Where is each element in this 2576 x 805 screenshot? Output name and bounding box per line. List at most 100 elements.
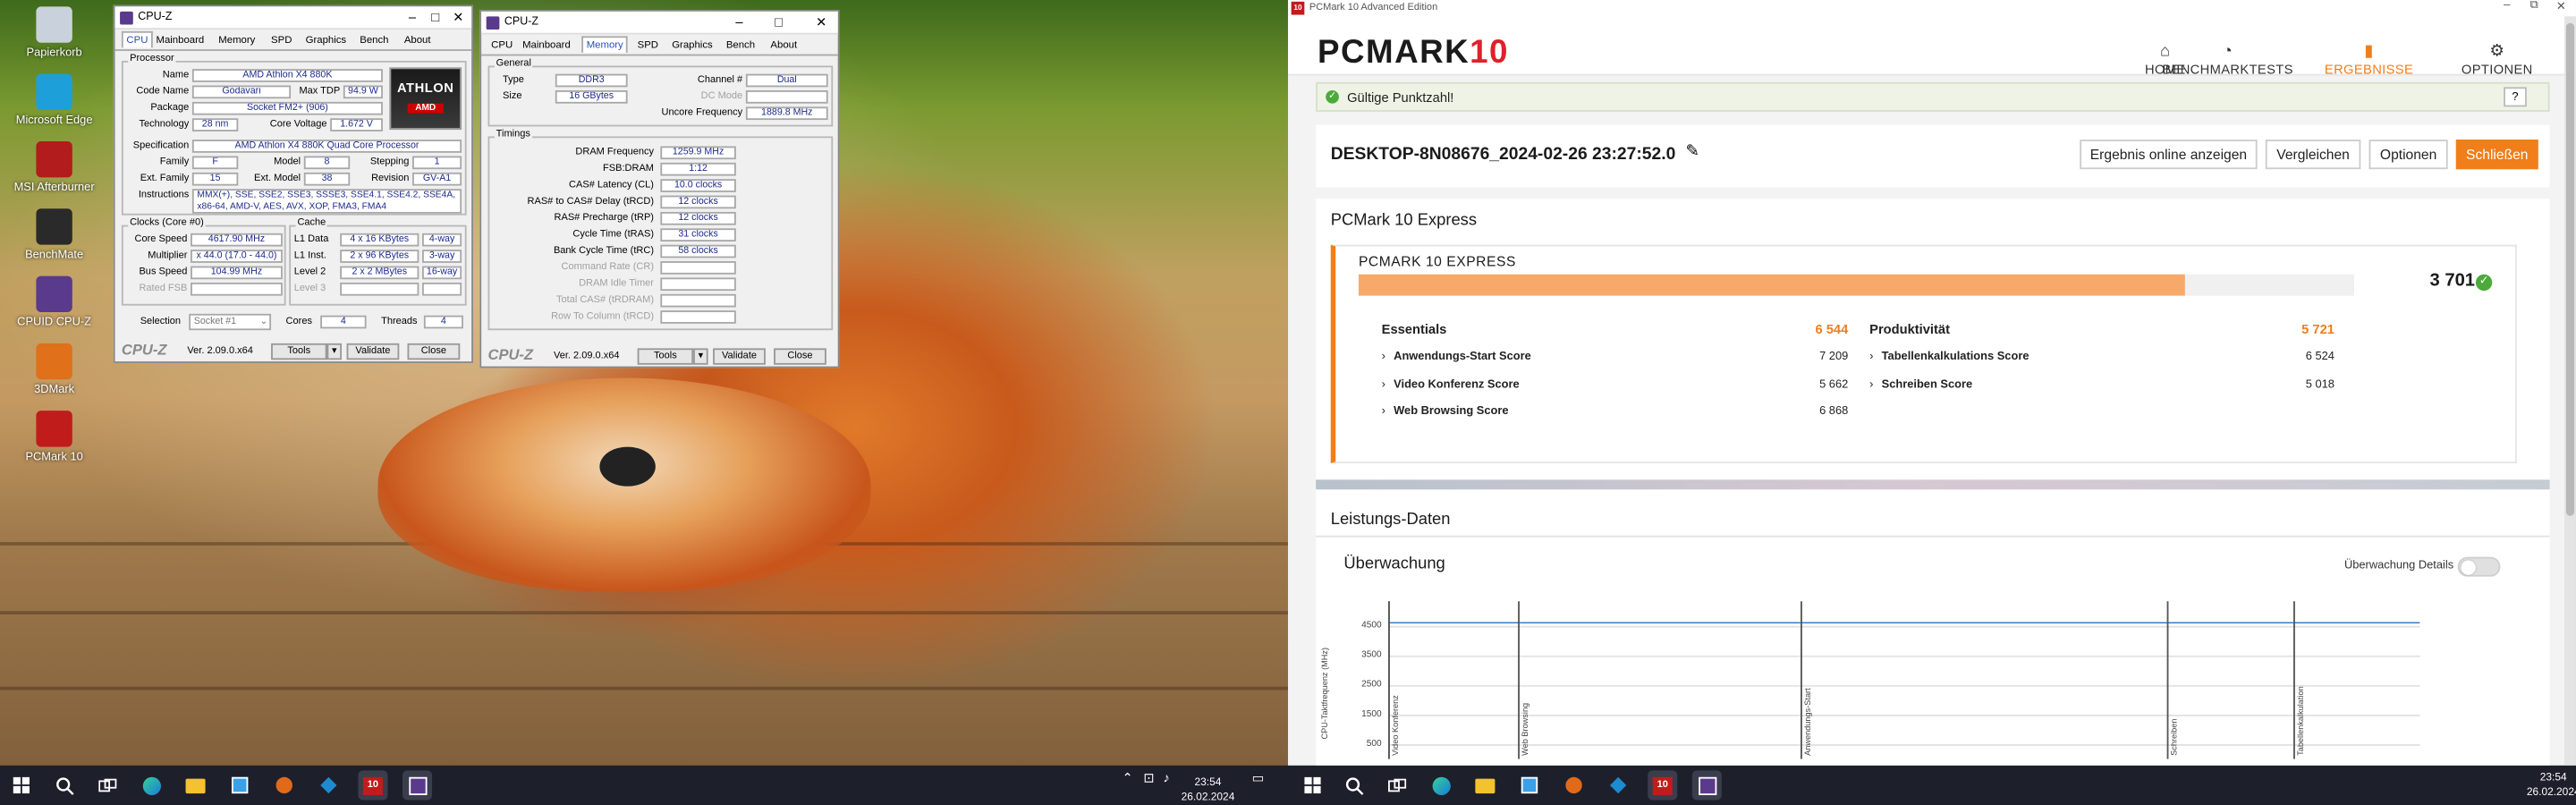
tab-cpu[interactable]: CPU [487, 38, 515, 53]
close-icon[interactable]: ✕ [2556, 0, 2566, 13]
tab-memory[interactable]: Memory [216, 33, 258, 48]
cpuz-taskbar-icon[interactable] [1691, 770, 1722, 801]
pcmark-title-bar[interactable]: 10 PCMark 10 Advanced Edition – ⧉ ✕ [1287, 0, 2576, 17]
volume-icon[interactable]: ♪ [1163, 770, 1169, 785]
desktop-icon-cpuz[interactable]: CPUID CPU-Z [4, 275, 106, 328]
desktop-icon-edge[interactable]: Microsoft Edge [4, 73, 106, 126]
subscore-row[interactable]: › Web Browsing Score [1382, 406, 1509, 418]
tab-memory[interactable]: Memory [581, 36, 629, 53]
tab-cpu[interactable]: CPU [121, 30, 153, 48]
edge-taskbar-icon[interactable] [1426, 770, 1455, 800]
instructions-value: MMX(+), SSE, SSE2, SSE3, SSSE3, SSE4.1, … [191, 189, 462, 214]
tab-spd[interactable]: SPD [634, 38, 662, 53]
tab-bench[interactable]: Bench [723, 38, 758, 53]
close-button[interactable]: Close [407, 343, 461, 360]
minimize-icon[interactable]: – [401, 10, 424, 25]
tab-spd[interactable]: SPD [267, 33, 295, 48]
tab-graphics[interactable]: Graphics [302, 33, 350, 48]
tab-mainboard[interactable]: Mainboard [519, 38, 573, 53]
desktop-icon-benchmate[interactable]: BenchMate [4, 208, 106, 261]
3dmark-taskbar-icon[interactable] [314, 770, 343, 800]
fire-taskbar-icon[interactable] [1559, 770, 1589, 800]
tray-chevron-icon[interactable]: ⌃ [1122, 770, 1132, 785]
timing-value: 58 clocks [660, 244, 736, 258]
search-icon[interactable] [1339, 770, 1368, 800]
label: Bus Speed [139, 267, 188, 278]
clock[interactable]: 23:54 26.02.2024 [1182, 775, 1235, 805]
close-button[interactable]: Close [774, 348, 826, 365]
close-icon[interactable]: ✕ [447, 10, 470, 25]
tab-mainboard[interactable]: Mainboard [153, 33, 208, 48]
pcmark-window[interactable]: 10 PCMark 10 Advanced Edition – ⧉ ✕ PCMA… [1287, 0, 2576, 766]
vertical-scrollbar[interactable] [2564, 16, 2576, 766]
tab-bench[interactable]: Bench [357, 33, 393, 48]
selection-dropdown[interactable]: Socket #1 ⌄ [189, 313, 272, 331]
label: Family [159, 157, 190, 168]
tools-button[interactable]: Tools [271, 343, 327, 360]
section-title: PCMark 10 Express [1330, 211, 1478, 231]
search-icon[interactable] [49, 770, 79, 800]
monitoring-details-toggle[interactable] [2457, 556, 2501, 577]
task-view-icon[interactable] [92, 770, 122, 800]
chart-phase-marker [1388, 601, 1390, 759]
desktop-icon-3dmark[interactable]: 3DMark [4, 343, 106, 396]
subscore-row[interactable]: › Anwendungs-Start Score [1382, 352, 1531, 363]
3dmark-taskbar-icon[interactable] [1604, 770, 1633, 800]
restore-icon[interactable]: ⧉ [2530, 0, 2538, 13]
cpuz-window-cpu[interactable]: CPU-Z – □ ✕ CPU Mainboard Memory SPD Graphic… [113, 4, 473, 363]
chevron-right-icon: › [1869, 352, 1874, 363]
tab-about[interactable]: About [401, 33, 434, 48]
task-view-icon[interactable] [1382, 770, 1411, 800]
explorer-taskbar-icon[interactable] [181, 770, 210, 800]
subscore-row[interactable]: › Tabellenkalkulations Score [1869, 352, 2029, 363]
label: Stepping [369, 157, 410, 168]
desktop-icon-pcmark[interactable]: PCMark 10 [4, 411, 106, 463]
tab-graphics[interactable]: Graphics [669, 38, 716, 53]
explorer-taskbar-icon[interactable] [1470, 770, 1500, 800]
minimize-icon[interactable]: – [728, 15, 751, 30]
bar-chart-icon: ▮ [2364, 42, 2374, 61]
scrollbar-thumb[interactable] [2565, 22, 2575, 516]
options-button[interactable]: Optionen [2368, 140, 2448, 170]
help-button[interactable]: ? [2504, 87, 2527, 107]
close-icon[interactable]: ✕ [809, 15, 833, 30]
tab-about[interactable]: About [767, 38, 801, 53]
tools-button[interactable]: Tools [637, 348, 694, 365]
notification-icon[interactable]: ▭ [1252, 770, 1265, 785]
subscore-row[interactable]: › Video Konferenz Score [1382, 378, 1520, 390]
fire-taskbar-icon[interactable] [269, 770, 299, 800]
chevron-right-icon: › [1381, 405, 1385, 418]
maximize-icon[interactable]: □ [767, 15, 791, 30]
pcmark-taskbar-icon[interactable]: 10 [358, 770, 388, 801]
minimize-icon[interactable]: – [2504, 0, 2510, 12]
windows-start-icon[interactable] [6, 770, 36, 800]
store-taskbar-icon[interactable] [225, 770, 255, 800]
close-result-button[interactable]: Schließen [2455, 140, 2538, 170]
validate-button[interactable]: Validate [713, 348, 766, 365]
title-bar[interactable]: CPU-Z – □ ✕ [114, 6, 472, 30]
desktop-icon-recycle-bin[interactable]: Papierkorb [4, 6, 106, 59]
compare-button[interactable]: Vergleichen [2265, 140, 2361, 170]
title-bar[interactable]: CPU-Z – □ ✕ [481, 11, 838, 35]
view-online-button[interactable]: Ergebnis online anzeigen [2080, 140, 2258, 170]
desktop-icon-label: PCMark 10 [25, 452, 83, 463]
subscore-row[interactable]: › Schreiben Score [1869, 378, 1972, 390]
desktop-icon-afterburner[interactable]: MSI Afterburner [4, 140, 106, 194]
tools-dropdown-arrow-icon[interactable]: ▾ [693, 348, 708, 365]
nav-optionen[interactable]: ⚙ OPTIONEN [2462, 43, 2533, 78]
clock[interactable]: 23:54 26.02.2024 [2527, 770, 2576, 800]
monitoring-chart: 4500 3500 2500 1500 500 Video Konferenz Web Br… [1361, 601, 2505, 766]
windows-start-icon[interactable] [1298, 770, 1327, 800]
pcmark-taskbar-icon[interactable]: 10 [1648, 770, 1678, 801]
cpuz-taskbar-icon[interactable] [402, 770, 433, 801]
network-icon[interactable]: ⊡ [1143, 770, 1154, 785]
tools-dropdown-arrow-icon[interactable]: ▾ [326, 343, 343, 360]
cpuz-window-memory[interactable]: CPU-Z – □ ✕ CPU Mainboard Memory SPD Graphic… [479, 10, 840, 369]
validate-button[interactable]: Validate [346, 343, 400, 360]
nav-benchmarktests[interactable]: ◔ BENCHMARKTESTS [2162, 43, 2292, 78]
maximize-icon[interactable]: □ [424, 10, 447, 25]
nav-ergebnisse[interactable]: ▮ ERGEBNISSE [2325, 43, 2413, 78]
store-taskbar-icon[interactable] [1514, 770, 1544, 800]
edit-pencil-icon[interactable]: ✎ [1685, 143, 1699, 161]
edge-taskbar-icon[interactable] [136, 770, 165, 800]
